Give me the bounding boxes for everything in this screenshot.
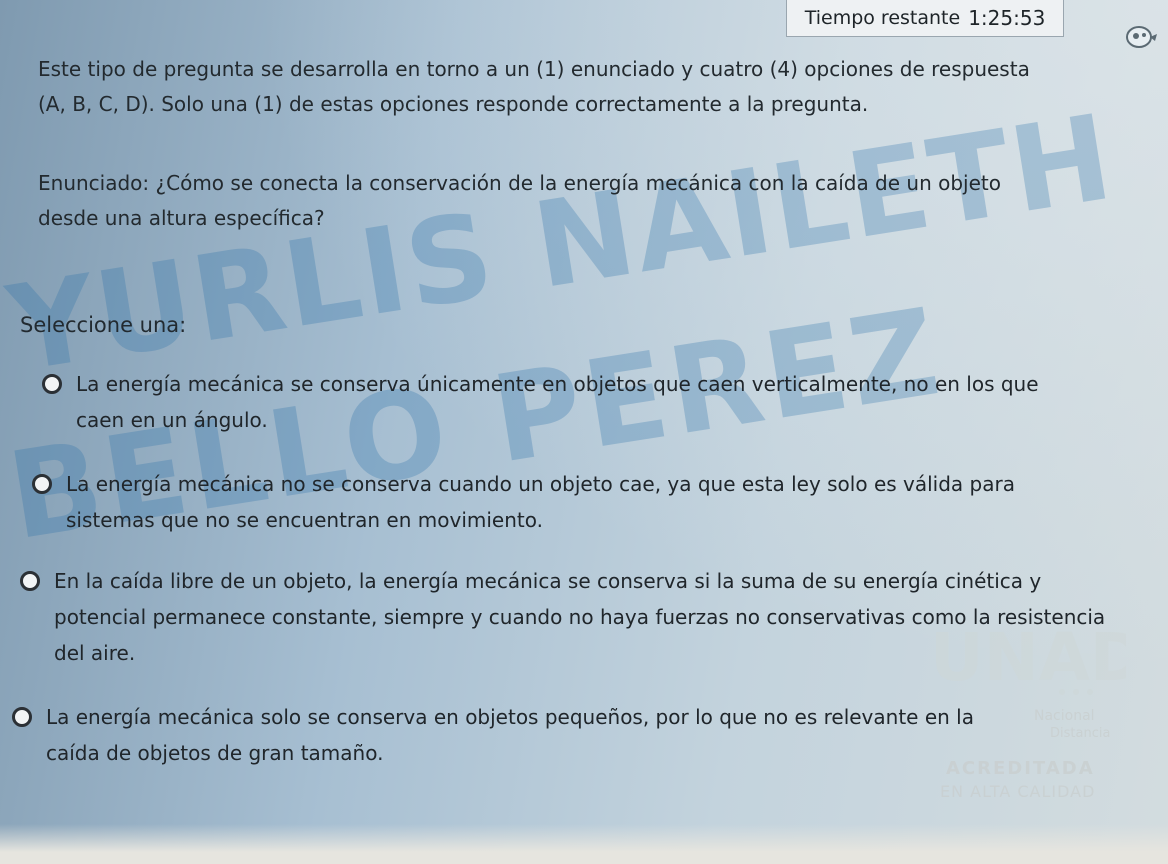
option-a-text[interactable]: La energía mecánica se conserva únicamen… [76,366,1062,438]
answer-option-d[interactable]: La energía mecánica solo se conserva en … [12,699,1022,771]
question-instructions: Este tipo de pregunta se desarrolla en t… [38,57,1030,116]
timer-label: Tiempo restante [804,7,961,29]
unad-logo-text: UNAD [930,620,1126,696]
option-b-text[interactable]: La energía mecánica no se conserva cuand… [66,466,1062,538]
unad-line-nacional: Nacional [1034,708,1095,724]
watermark-name-line1: YURLIS NAILETH [0,87,1123,399]
radio-button-c[interactable] [20,571,40,591]
radio-button-a[interactable] [42,374,62,394]
unad-line-alta-calidad: EN ALTA CALIDAD [940,782,1096,801]
unad-line-distancia: Distancia [1050,726,1111,741]
question-stem: Enunciado: ¿Cómo se conecta la conservac… [38,171,1001,230]
page-corner-icon[interactable] [1124,24,1158,50]
time-remaining-box: Tiempo restante 1:25:53 [786,0,1064,37]
option-d-text[interactable]: La energía mecánica solo se conserva en … [46,699,1022,771]
timer-value: 1:25:53 [968,6,1046,30]
select-one-label: Seleccione una: [20,313,187,337]
answer-option-a[interactable]: La energía mecánica se conserva únicamen… [42,366,1062,438]
page-bottom-edge [0,824,1168,864]
radio-button-b[interactable] [32,474,52,494]
radio-button-d[interactable] [12,707,32,727]
unad-line-acreditada: ACREDITADA [946,758,1095,779]
answer-option-b[interactable]: La energía mecánica no se conserva cuand… [32,466,1062,538]
unad-logo-watermark: UNAD [930,620,1126,696]
